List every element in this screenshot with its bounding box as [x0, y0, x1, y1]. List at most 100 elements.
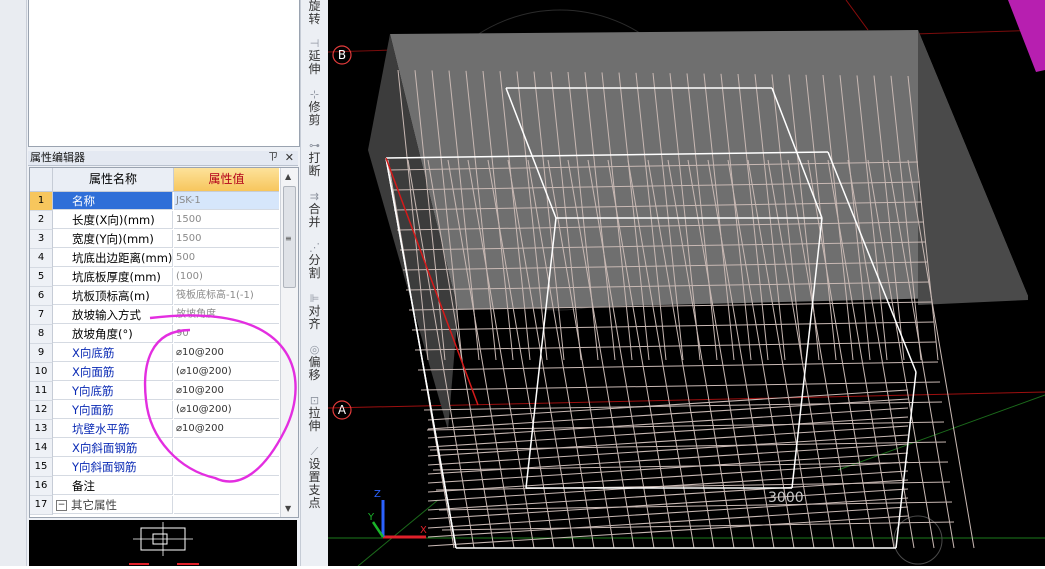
property-value[interactable]: 筏板底标高-1(-1) — [174, 287, 279, 305]
tool-set-support[interactable]: ⟋ 设置支点 — [304, 446, 325, 510]
tool-label: 旋转 — [308, 0, 321, 26]
property-grid-scrollbar[interactable]: ▲ ≡ ▼ — [280, 168, 298, 517]
property-grid: 属性名称 属性值 1 名称 JSK-1 2 长度(X向)(mm) 1500 3 宽度(Y向)(… — [29, 167, 299, 518]
property-row[interactable]: 3 宽度(Y向)(mm) 1500 — [30, 230, 280, 249]
tool-rotate[interactable]: 旋转 — [304, 0, 325, 26]
row-number: 13 — [30, 420, 53, 439]
property-row[interactable]: 13 坑壁水平筋 ⌀10@200 — [30, 420, 280, 439]
property-value[interactable]: ⌀10@200 — [174, 420, 279, 438]
property-row[interactable]: 5 坑底板厚度(mm) (100) — [30, 268, 280, 287]
property-name: X向斜面钢筋 — [53, 439, 173, 457]
row-number: 2 — [30, 211, 53, 230]
tool-offset[interactable]: ◎ 偏移 — [304, 344, 325, 382]
tool-label: 对齐 — [308, 304, 321, 331]
property-row[interactable]: 12 Y向面筋 (⌀10@200) — [30, 401, 280, 420]
property-value[interactable] — [174, 458, 279, 476]
axis-gizmo: X Y Z — [367, 489, 427, 539]
property-name: 宽度(Y向)(mm) — [53, 230, 173, 248]
property-value[interactable]: (⌀10@200) — [174, 363, 279, 381]
row-number: 17 — [30, 496, 53, 515]
tool-extend[interactable]: ⊣ 延伸 — [304, 38, 325, 76]
property-row[interactable]: 14 X向斜面钢筋 — [30, 439, 280, 458]
tool-merge[interactable]: ⇉ 合并 — [304, 191, 325, 229]
property-value[interactable]: 90 — [174, 325, 279, 343]
property-row[interactable]: 10 X向面筋 (⌀10@200) — [30, 363, 280, 382]
property-name: 名称 — [53, 192, 173, 210]
header-property-name[interactable]: 属性名称 — [53, 168, 174, 192]
tool-align[interactable]: ⊫ 对齐 — [304, 293, 325, 331]
property-value[interactable]: ⌀10@200 — [174, 344, 279, 362]
row-number: 1 — [30, 192, 53, 211]
property-value[interactable]: JSK-1 — [174, 192, 279, 210]
property-value[interactable]: 1500 — [174, 211, 279, 229]
row-number: 5 — [30, 268, 53, 287]
property-name: Y向斜面钢筋 — [53, 458, 173, 476]
property-value[interactable]: (100) — [174, 268, 279, 286]
property-name: 坑壁水平筋 — [53, 420, 173, 438]
property-row[interactable]: 17 其它属性 − — [30, 496, 280, 515]
property-row[interactable]: 16 备注 — [30, 477, 280, 496]
property-row[interactable]: 2 长度(X向)(mm) 1500 — [30, 211, 280, 230]
scroll-grip-icon: ≡ — [285, 234, 292, 243]
tool-label: 合并 — [308, 202, 321, 229]
header-property-value[interactable]: 属性值 — [174, 168, 279, 192]
property-value[interactable]: 500 — [174, 249, 279, 267]
tool-label: 拉伸 — [308, 406, 321, 433]
property-name: 坑底板厚度(mm) — [53, 268, 173, 286]
property-row[interactable]: 6 坑板顶标高(m) 筏板底标高-1(-1) — [30, 287, 280, 306]
property-editor-title: 属性编辑器 — [30, 151, 85, 164]
property-value[interactable]: (⌀10@200) — [174, 401, 279, 419]
property-value[interactable] — [174, 496, 279, 514]
property-name: 放坡角度(°) — [53, 325, 173, 343]
property-name: X向底筋 — [53, 344, 173, 362]
property-name: 备注 — [53, 477, 173, 495]
tool-label: 设置支点 — [308, 457, 321, 510]
property-row[interactable]: 15 Y向斜面钢筋 — [30, 458, 280, 477]
property-name: 放坡输入方式 — [53, 306, 173, 324]
property-value[interactable] — [174, 439, 279, 457]
left-panel-area: 属性编辑器 ㄗ ✕ 属性名称 属性值 1 名称 JSK-1 2 长度(X向)(mm) 15… — [0, 0, 300, 566]
row-number: 4 — [30, 249, 53, 268]
property-name: X向面筋 — [53, 363, 173, 381]
property-row[interactable]: 8 放坡角度(°) 90 — [30, 325, 280, 344]
tool-break[interactable]: ⊶ 打断 — [304, 140, 325, 178]
header-corner — [30, 168, 53, 192]
section-preview — [29, 520, 297, 566]
property-value[interactable]: ⌀10@200 — [174, 382, 279, 400]
close-icon[interactable]: ✕ — [285, 151, 294, 165]
row-number: 6 — [30, 287, 53, 306]
property-name: 坑底出边距离(mm) — [53, 249, 173, 267]
property-row[interactable]: 7 放坡输入方式 放坡角度 — [30, 306, 280, 325]
3d-scene[interactable]: B A 3000 X Y Z — [328, 0, 1045, 566]
property-row[interactable]: 4 坑底出边距离(mm) 500 — [30, 249, 280, 268]
property-grid-header: 属性名称 属性值 — [30, 168, 280, 192]
row-number: 15 — [30, 458, 53, 477]
axis-a-label: A — [338, 403, 347, 417]
property-value[interactable]: 放坡角度 — [174, 306, 279, 324]
axis-z-label: Z — [374, 489, 381, 500]
tool-stretch[interactable]: ⊡ 拉伸 — [304, 395, 325, 433]
row-number: 14 — [30, 439, 53, 458]
collapse-icon[interactable]: − — [56, 500, 67, 511]
tool-label: 偏移 — [308, 355, 321, 382]
property-name: 长度(X向)(mm) — [53, 211, 173, 229]
property-editor-titlebar: 属性编辑器 ㄗ ✕ — [28, 151, 298, 166]
axis-x-label: X — [420, 525, 427, 536]
property-name: Y向面筋 — [53, 401, 173, 419]
scroll-up-icon[interactable]: ▲ — [285, 172, 291, 181]
tool-trim[interactable]: ⊹ 修剪 — [304, 89, 325, 127]
property-name: 坑板顶标高(m) — [53, 287, 173, 305]
property-value[interactable]: 1500 — [174, 230, 279, 248]
scroll-down-icon[interactable]: ▼ — [285, 504, 291, 513]
property-value[interactable] — [174, 477, 279, 495]
upper-list-pane[interactable] — [28, 0, 300, 147]
tool-split[interactable]: ⋰ 分割 — [304, 242, 325, 280]
pin-icon[interactable]: ㄗ — [268, 151, 278, 165]
tool-label: 打断 — [308, 151, 321, 178]
property-row[interactable]: 11 Y向底筋 ⌀10@200 — [30, 382, 280, 401]
property-row[interactable]: 1 名称 JSK-1 — [30, 192, 280, 211]
left-dock-strip — [0, 0, 27, 566]
row-number: 3 — [30, 230, 53, 249]
property-row[interactable]: 9 X向底筋 ⌀10@200 — [30, 344, 280, 363]
3d-viewport[interactable]: B A 3000 X Y Z — [328, 0, 1045, 566]
